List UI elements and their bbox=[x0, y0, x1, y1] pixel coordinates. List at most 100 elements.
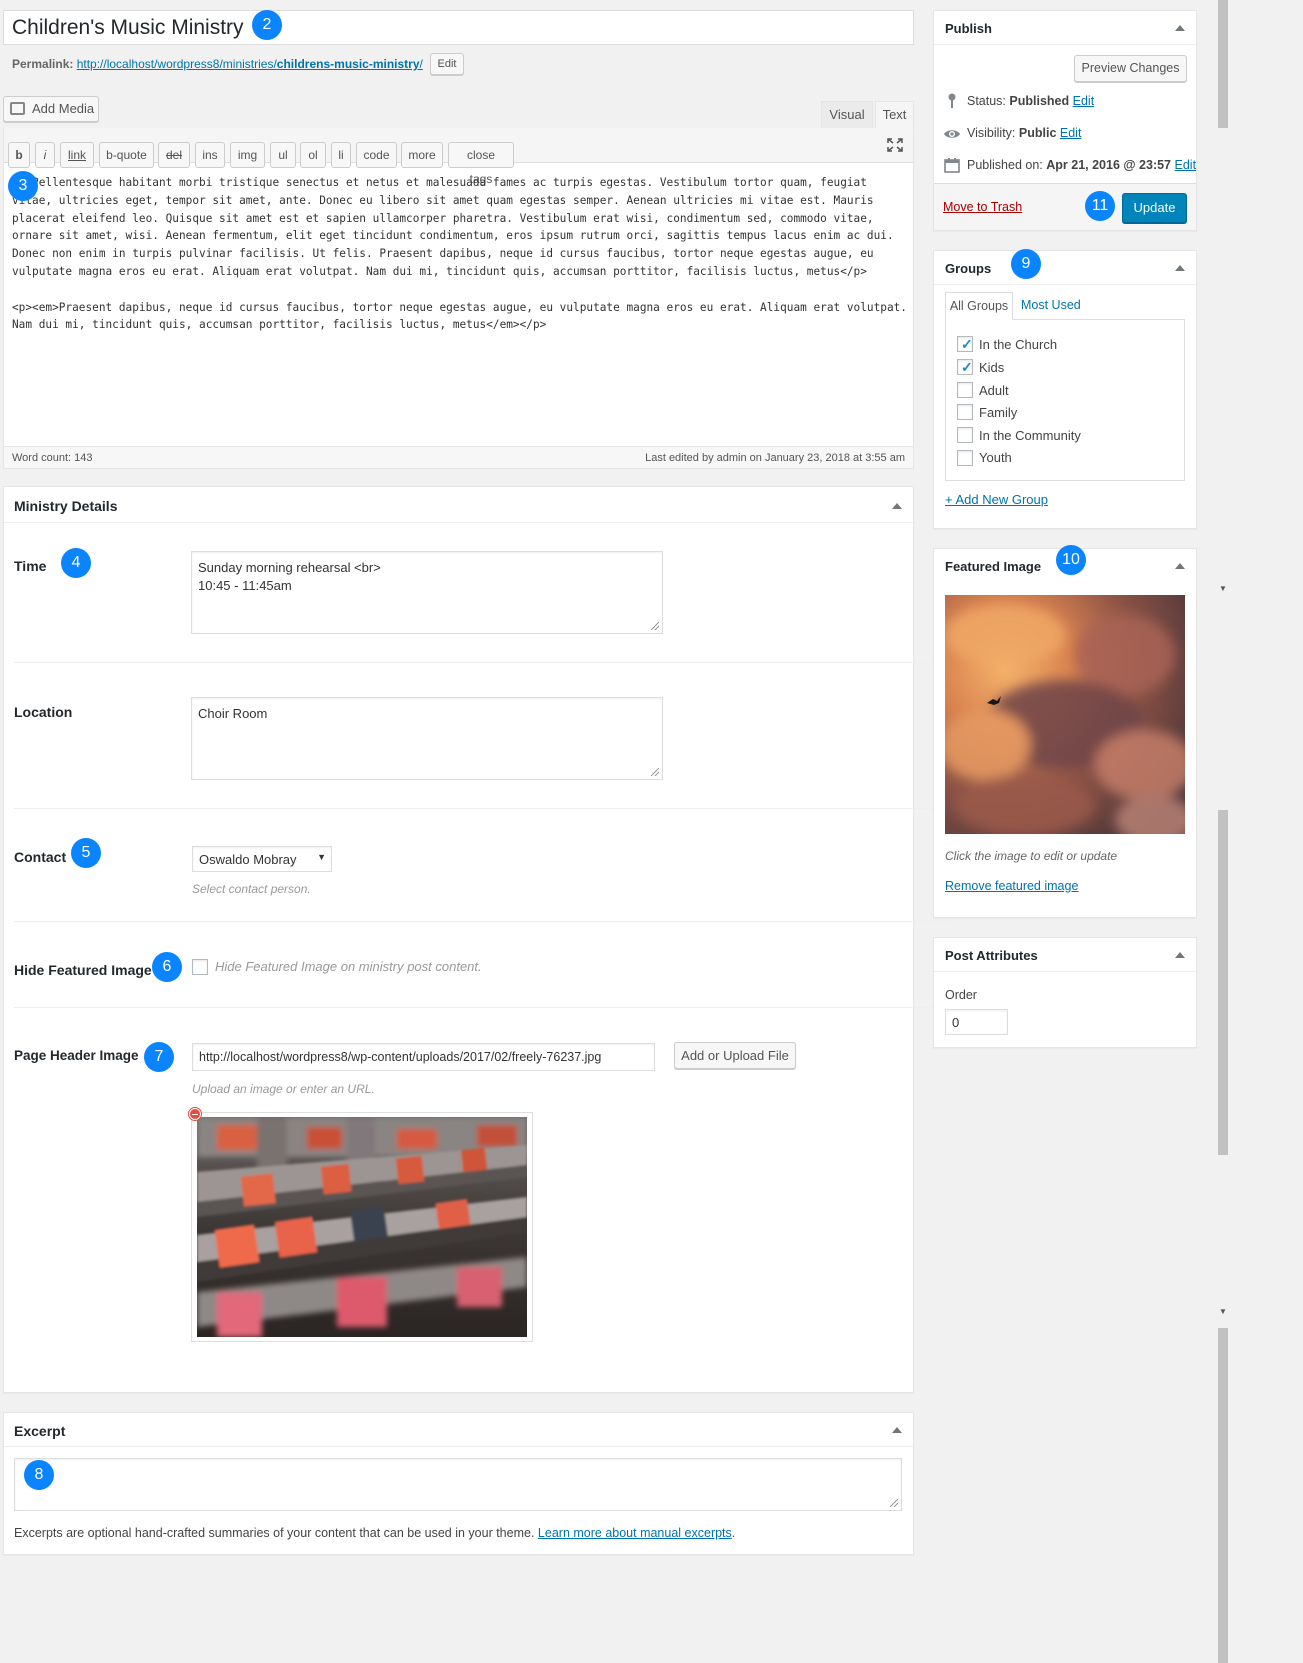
status-value: Published bbox=[1009, 94, 1070, 108]
add-upload-file-button[interactable]: Add or Upload File bbox=[674, 1042, 796, 1069]
move-to-trash-link[interactable]: Move to Trash bbox=[943, 200, 1022, 214]
group-label: In the Church bbox=[979, 337, 1058, 352]
learn-more-excerpts-link[interactable]: Learn more about manual excerpts bbox=[538, 1526, 732, 1540]
qt-code-button[interactable]: code bbox=[356, 142, 397, 168]
contact-selected: Oswaldo Mobray bbox=[199, 852, 297, 867]
group-checkbox-family[interactable] bbox=[957, 404, 973, 420]
collapse-icon[interactable] bbox=[892, 1427, 902, 1433]
qt-bold-button[interactable]: b bbox=[8, 142, 30, 168]
scrollbar-thumb-top[interactable] bbox=[1218, 0, 1228, 128]
post-attributes-header[interactable]: Post Attributes bbox=[934, 938, 1196, 972]
add-media-button[interactable]: Add Media bbox=[3, 96, 99, 122]
fullscreen-icon[interactable] bbox=[887, 138, 903, 152]
featured-image-hint: Click the image to edit or update bbox=[945, 849, 1118, 863]
groups-title: Groups bbox=[945, 261, 992, 276]
group-checkbox-in-the-community[interactable] bbox=[957, 427, 973, 443]
ministry-details-header[interactable]: Ministry Details bbox=[4, 487, 913, 523]
qt-img-button[interactable]: img bbox=[230, 142, 265, 168]
qt-ol-button[interactable]: ol bbox=[300, 142, 326, 168]
preview-changes-button[interactable]: Preview Changes bbox=[1074, 55, 1187, 82]
editor-status-bar: Word count: 143 Last edited by admin on … bbox=[4, 446, 913, 468]
callout-9: 9 bbox=[1011, 249, 1041, 279]
collapse-icon[interactable] bbox=[1175, 265, 1185, 271]
page-header-url: http://localhost/wordpress8/wp-content/u… bbox=[199, 1050, 602, 1064]
collapse-icon[interactable] bbox=[1175, 563, 1185, 569]
qt-close-tags-button[interactable]: close tags bbox=[448, 142, 514, 186]
qt-li-button[interactable]: li bbox=[331, 142, 351, 168]
resize-handle[interactable] bbox=[651, 768, 659, 776]
hide-featured-hint: Hide Featured Image on ministry post con… bbox=[215, 959, 482, 974]
tab-most-used[interactable]: Most Used bbox=[1021, 298, 1081, 312]
published-date: Apr 21, 2016 @ 23:57 bbox=[1046, 158, 1172, 172]
scroll-down-arrow-icon[interactable]: ▼ bbox=[1219, 584, 1227, 593]
group-checkbox-youth[interactable] bbox=[957, 450, 973, 466]
page-header-label: Page Header Image bbox=[14, 1048, 139, 1063]
excerpt-header[interactable]: Excerpt bbox=[4, 1413, 913, 1447]
qt-del-button[interactable]: del bbox=[158, 142, 190, 168]
time-line-1: Sunday morning rehearsal <br> bbox=[198, 560, 381, 575]
excerpt-title: Excerpt bbox=[14, 1423, 66, 1439]
resize-handle[interactable] bbox=[890, 1499, 898, 1507]
group-checkbox-kids[interactable]: ✓ bbox=[957, 359, 973, 375]
title-input[interactable]: Children's Music Ministry bbox=[3, 10, 914, 45]
hide-featured-checkbox[interactable] bbox=[192, 959, 208, 975]
hide-featured-label: Hide Featured Image bbox=[14, 962, 152, 978]
groups-header[interactable]: Groups bbox=[934, 251, 1196, 285]
qt-ins-button[interactable]: ins bbox=[195, 142, 225, 168]
collapse-icon[interactable] bbox=[1175, 952, 1185, 958]
page-header-image[interactable] bbox=[197, 1117, 527, 1337]
ministry-details-title: Ministry Details bbox=[14, 498, 118, 514]
scrollbar-thumb-bottom[interactable] bbox=[1218, 1328, 1228, 1663]
qt-more-button[interactable]: more bbox=[401, 142, 443, 168]
scrollbar-thumb-mid[interactable] bbox=[1218, 810, 1228, 1155]
published-on-row: Published on: Apr 21, 2016 @ 23:57 Edit bbox=[967, 158, 1197, 172]
collapse-icon[interactable] bbox=[892, 503, 902, 509]
divider bbox=[14, 921, 956, 922]
callout-6: 6 bbox=[152, 952, 182, 982]
permalink-edit-button[interactable]: Edit bbox=[430, 53, 464, 75]
resize-handle[interactable] bbox=[651, 622, 659, 630]
status-edit-link[interactable]: Edit bbox=[1073, 94, 1095, 108]
callout-11: 11 bbox=[1085, 191, 1115, 221]
callout-7: 7 bbox=[144, 1042, 174, 1072]
group-checkbox-adult[interactable] bbox=[957, 382, 973, 398]
publish-header[interactable]: Publish bbox=[934, 11, 1196, 45]
group-checkbox-in-the-church[interactable]: ✓ bbox=[957, 336, 973, 352]
scroll-down-arrow-icon[interactable]: ▼ bbox=[1219, 1307, 1227, 1316]
permalink-link[interactable]: http://localhost/wordpress8/ministries/c… bbox=[77, 57, 423, 71]
qt-bquote-button[interactable]: b-quote bbox=[99, 142, 154, 168]
content-paragraph-2: <p><em>Praesent dapibus, neque id cursus… bbox=[12, 300, 907, 332]
featured-image-title: Featured Image bbox=[945, 559, 1042, 574]
tab-visual[interactable]: Visual bbox=[821, 101, 873, 129]
order-input[interactable]: 0 bbox=[945, 1009, 1008, 1035]
visibility-edit-link[interactable]: Edit bbox=[1060, 126, 1082, 140]
collapse-icon[interactable] bbox=[1175, 25, 1185, 31]
group-label: Youth bbox=[979, 450, 1012, 465]
published-edit-link[interactable]: Edit bbox=[1175, 158, 1197, 172]
time-textarea[interactable]: Sunday morning rehearsal <br> 10:45 - 11… bbox=[191, 551, 663, 634]
order-value: 0 bbox=[952, 1015, 960, 1030]
remove-featured-image-link[interactable]: Remove featured image bbox=[945, 879, 1078, 893]
qt-italic-button[interactable]: i bbox=[35, 142, 55, 168]
page-header-url-input[interactable]: http://localhost/wordpress8/wp-content/u… bbox=[192, 1043, 655, 1071]
divider bbox=[14, 808, 956, 809]
page-scrollbar[interactable]: ▼ ▼ bbox=[1217, 0, 1229, 1663]
update-button[interactable]: Update bbox=[1122, 193, 1187, 223]
title-text: Children's Music Ministry bbox=[12, 16, 244, 39]
featured-image-thumbnail[interactable] bbox=[945, 595, 1185, 834]
tab-all-groups[interactable]: All Groups bbox=[945, 292, 1013, 320]
contact-select[interactable]: Oswaldo Mobray ▼ bbox=[192, 846, 332, 872]
location-textarea[interactable]: Choir Room bbox=[191, 697, 663, 780]
excerpt-textarea[interactable] bbox=[14, 1458, 902, 1511]
qt-ul-button[interactable]: ul bbox=[270, 142, 296, 168]
contact-hint: Select contact person. bbox=[192, 882, 311, 896]
pin-icon bbox=[947, 93, 959, 112]
callout-2: 2 bbox=[252, 10, 282, 40]
contact-label: Contact bbox=[14, 849, 67, 865]
add-new-group-link[interactable]: + Add New Group bbox=[945, 492, 1048, 507]
tab-text[interactable]: Text bbox=[875, 101, 914, 129]
qt-link-button[interactable]: link bbox=[60, 142, 94, 168]
time-line-2: 10:45 - 11:45am bbox=[198, 578, 292, 593]
remove-image-icon[interactable] bbox=[189, 1108, 201, 1120]
content-textarea[interactable]: <p>Pellentesque habitant morbi tristique… bbox=[12, 174, 908, 434]
